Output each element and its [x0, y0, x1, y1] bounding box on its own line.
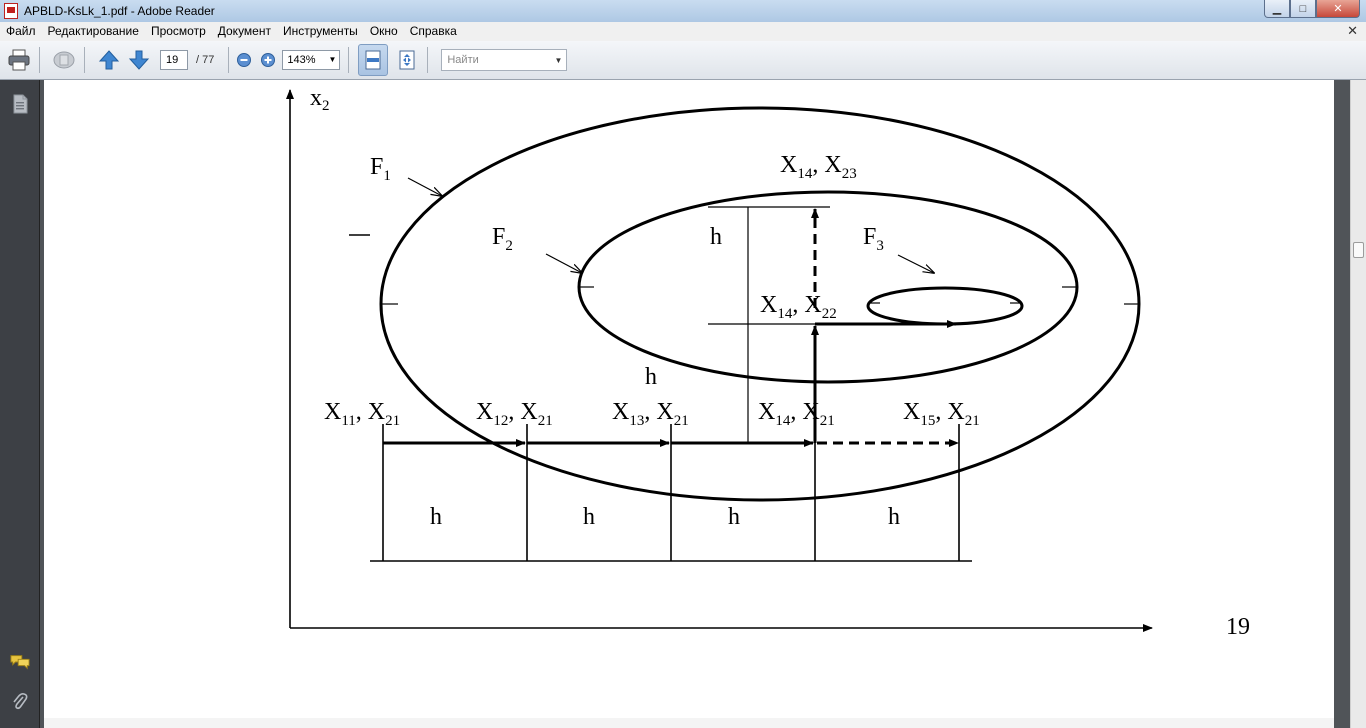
label-h-vertical-upper: h: [710, 224, 722, 250]
document-viewport: x2 F1 F2 F3 X14, X23 X14, X22 h h h h h …: [40, 80, 1350, 728]
region-f2: [577, 190, 1079, 384]
print-button[interactable]: [4, 45, 34, 75]
diagram: x2 F1 F2 F3 X14, X23 X14, X22 h h h h h …: [286, 85, 1250, 640]
point-label-x14-x21: X14, X21: [758, 399, 835, 429]
pages-panel-button[interactable]: [10, 94, 30, 114]
find-input[interactable]: Найти ▼: [441, 49, 568, 71]
label-h-3: h: [728, 504, 740, 530]
region-f3: [866, 286, 1024, 326]
menu-view[interactable]: Просмотр: [145, 22, 212, 41]
close-button[interactable]: ✕: [1316, 0, 1360, 18]
point-label-x13-x21: X13, X21: [612, 399, 689, 429]
minimize-button[interactable]: ▁: [1264, 0, 1290, 18]
axis-label-x2: x2: [310, 85, 330, 114]
next-page-edge: [44, 718, 1334, 728]
zoom-in-button[interactable]: [258, 45, 278, 75]
label-f3: F3: [863, 224, 884, 254]
paperclip-icon: [13, 693, 28, 710]
point-label-x11-x21: X11, X21: [324, 399, 400, 429]
title-bar: APBLD-KsLk_1.pdf - Adobe Reader ▁ □ ✕: [0, 0, 1366, 22]
label-f1: F1: [370, 154, 391, 184]
arrow-up-icon: [98, 50, 120, 70]
page-total-label: / 77: [196, 54, 215, 66]
menu-document[interactable]: Документ: [212, 22, 277, 41]
fit-page-button[interactable]: [392, 45, 422, 75]
chevron-down-icon: ▼: [328, 55, 337, 64]
vertical-scrollbar[interactable]: [1350, 80, 1366, 728]
zoom-level-value: 143%: [287, 54, 316, 66]
point-label-x12-x21: X12, X21: [476, 399, 553, 429]
menu-tools[interactable]: Инструменты: [277, 22, 364, 41]
window-title: APBLD-KsLk_1.pdf - Adobe Reader: [24, 4, 215, 18]
printer-icon: [8, 49, 30, 71]
arrow-down-icon: [128, 50, 150, 70]
toolbar-separator: [348, 47, 350, 73]
share-review-icon: [53, 51, 75, 69]
page-number-input[interactable]: 19: [160, 50, 188, 70]
menu-file[interactable]: Файл: [0, 22, 42, 41]
zoom-out-icon: [237, 53, 252, 67]
label-h-1: h: [430, 504, 442, 530]
label-h-2: h: [583, 504, 595, 530]
find-placeholder: Найти: [447, 54, 479, 66]
fit-width-icon: [365, 50, 381, 70]
window-controls: ▁ □ ✕: [1264, 0, 1360, 18]
document-close-icon[interactable]: ✕: [1347, 23, 1358, 39]
pointer-f1: [407, 177, 442, 196]
pdf-page: x2 F1 F2 F3 X14, X23 X14, X22 h h h h h …: [44, 80, 1334, 718]
chevron-down-icon: ▼: [554, 56, 563, 65]
page-number: 19: [1226, 614, 1250, 640]
toolbar: 19 / 77 143% ▼ Найти ▼: [0, 41, 1366, 80]
menu-bar: Файл Редактирование Просмотр Документ Ин…: [0, 22, 1366, 41]
zoom-level-select[interactable]: 143% ▼: [282, 50, 341, 70]
comments-panel-button[interactable]: [10, 652, 30, 672]
toolbar-separator: [84, 47, 85, 73]
fit-page-icon: [399, 50, 415, 70]
comments-icon: [10, 655, 30, 670]
label-h-4: h: [888, 504, 900, 530]
point-label-x15-x21: X15, X21: [903, 399, 980, 429]
menu-edit[interactable]: Редактирование: [42, 22, 145, 41]
menu-window[interactable]: Окно: [364, 22, 404, 41]
scrollbar-thumb[interactable]: [1353, 242, 1364, 258]
pdf-app-icon: [4, 3, 18, 19]
navigation-pane: [0, 80, 40, 728]
fit-width-button[interactable]: [358, 44, 389, 76]
next-page-button[interactable]: [124, 45, 154, 75]
toolbar-separator: [228, 47, 230, 73]
pointer-f2: [545, 253, 582, 273]
pages-icon: [13, 94, 28, 114]
zoom-in-icon: [261, 53, 276, 67]
menu-help[interactable]: Справка: [404, 22, 463, 41]
maximize-button[interactable]: □: [1290, 0, 1316, 18]
label-x14-x23: X14, X23: [780, 152, 857, 182]
zoom-out-button[interactable]: [234, 45, 254, 75]
previous-page-button[interactable]: [94, 45, 124, 75]
label-f2: F2: [492, 224, 513, 254]
attachments-panel-button[interactable]: [10, 692, 30, 712]
collaborate-button[interactable]: [49, 45, 79, 75]
label-x14-x22: X14, X22: [760, 292, 837, 322]
toolbar-separator: [427, 47, 429, 73]
toolbar-separator: [39, 47, 40, 73]
pointer-f3: [897, 254, 934, 273]
label-h-vertical-lower: h: [645, 364, 657, 390]
